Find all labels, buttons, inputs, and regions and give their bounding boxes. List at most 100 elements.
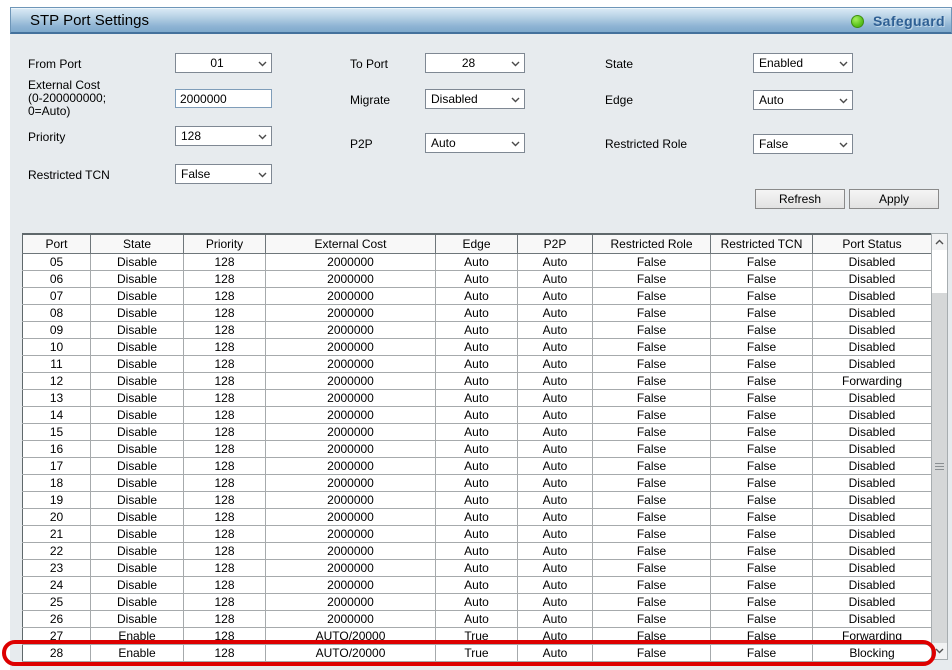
- cell-port: 16: [23, 440, 91, 457]
- table-row: 28 Enable 128 AUTO/20000 True Auto False…: [23, 644, 932, 661]
- priority-select[interactable]: 128: [175, 126, 272, 146]
- cell-p2p: Auto: [518, 287, 593, 304]
- cell-edge: Auto: [436, 559, 518, 576]
- cell-restricted-role: False: [593, 559, 711, 576]
- cell-port-status: Disabled: [813, 559, 932, 576]
- cell-edge: Auto: [436, 287, 518, 304]
- table-row: 10 Disable 128 2000000 Auto Auto False F…: [23, 338, 932, 355]
- cell-restricted-tcn: False: [711, 457, 813, 474]
- cell-edge: Auto: [436, 525, 518, 542]
- cell-state: Disable: [91, 406, 184, 423]
- cell-port: 08: [23, 304, 91, 321]
- cell-port-status: Disabled: [813, 610, 932, 627]
- state-select[interactable]: Enabled: [753, 53, 853, 73]
- cell-port-status: Disabled: [813, 423, 932, 440]
- scrollbar-down-button[interactable]: [932, 643, 947, 659]
- table-row: 16 Disable 128 2000000 Auto Auto False F…: [23, 440, 932, 457]
- scrollbar-up-button[interactable]: [932, 234, 947, 250]
- table-header-row: Port State Priority External Cost Edge P…: [23, 234, 932, 253]
- cell-port: 07: [23, 287, 91, 304]
- restricted-tcn-label: Restricted TCN: [28, 168, 110, 182]
- cell-restricted-role: False: [593, 270, 711, 287]
- table-scrollbar[interactable]: [931, 233, 948, 660]
- scrollbar-thumb[interactable]: [932, 293, 947, 644]
- cell-port-status: Disabled: [813, 304, 932, 321]
- cell-port: 23: [23, 559, 91, 576]
- cell-restricted-tcn: False: [711, 321, 813, 338]
- restricted-role-select[interactable]: False: [753, 134, 853, 154]
- cell-port: 15: [23, 423, 91, 440]
- cell-priority: 128: [184, 627, 266, 644]
- col-port-status: Port Status: [813, 234, 932, 253]
- edge-select[interactable]: Auto: [753, 90, 853, 110]
- cell-priority: 128: [184, 372, 266, 389]
- table-row: 12 Disable 128 2000000 Auto Auto False F…: [23, 372, 932, 389]
- cell-state: Disable: [91, 440, 184, 457]
- cell-external-cost: 2000000: [266, 287, 436, 304]
- cell-p2p: Auto: [518, 321, 593, 338]
- restricted-tcn-select[interactable]: False: [175, 164, 272, 184]
- cell-external-cost: 2000000: [266, 457, 436, 474]
- cell-port: 14: [23, 406, 91, 423]
- cell-external-cost: 2000000: [266, 389, 436, 406]
- col-state: State: [91, 234, 184, 253]
- cell-port: 13: [23, 389, 91, 406]
- from-port-select[interactable]: 01: [175, 53, 272, 73]
- safeguard-logo-label: Safeguard: [873, 13, 945, 29]
- cell-p2p: Auto: [518, 627, 593, 644]
- cell-port-status: Disabled: [813, 474, 932, 491]
- cell-p2p: Auto: [518, 253, 593, 270]
- cell-state: Disable: [91, 610, 184, 627]
- refresh-button[interactable]: Refresh: [755, 189, 845, 209]
- cell-priority: 128: [184, 270, 266, 287]
- cell-restricted-tcn: False: [711, 304, 813, 321]
- cell-priority: 128: [184, 423, 266, 440]
- migrate-select[interactable]: Disabled: [425, 89, 525, 109]
- chevron-down-icon: [258, 61, 267, 67]
- cell-p2p: Auto: [518, 508, 593, 525]
- cell-state: Disable: [91, 423, 184, 440]
- p2p-value: Auto: [431, 136, 506, 151]
- cell-priority: 128: [184, 474, 266, 491]
- apply-button[interactable]: Apply: [849, 189, 939, 209]
- cell-restricted-role: False: [593, 474, 711, 491]
- cell-restricted-tcn: False: [711, 474, 813, 491]
- cell-port-status: Disabled: [813, 253, 932, 270]
- cell-port-status: Disabled: [813, 525, 932, 542]
- chevron-down-icon: [511, 141, 520, 147]
- cell-p2p: Auto: [518, 610, 593, 627]
- external-cost-input[interactable]: [175, 89, 272, 108]
- cell-restricted-role: False: [593, 321, 711, 338]
- cell-restricted-tcn: False: [711, 644, 813, 661]
- table-row: 13 Disable 128 2000000 Auto Auto False F…: [23, 389, 932, 406]
- cell-port: 25: [23, 593, 91, 610]
- cell-port: 05: [23, 253, 91, 270]
- table-row: 14 Disable 128 2000000 Auto Auto False F…: [23, 406, 932, 423]
- cell-restricted-role: False: [593, 627, 711, 644]
- cell-p2p: Auto: [518, 440, 593, 457]
- state-label: State: [605, 57, 633, 71]
- cell-priority: 128: [184, 525, 266, 542]
- cell-port-status: Disabled: [813, 491, 932, 508]
- chevron-down-icon: [839, 142, 848, 148]
- p2p-select[interactable]: Auto: [425, 133, 525, 153]
- cell-state: Disable: [91, 355, 184, 372]
- cell-edge: Auto: [436, 372, 518, 389]
- cell-p2p: Auto: [518, 372, 593, 389]
- table-row: 06 Disable 128 2000000 Auto Auto False F…: [23, 270, 932, 287]
- cell-priority: 128: [184, 406, 266, 423]
- cell-p2p: Auto: [518, 423, 593, 440]
- priority-value: 128: [181, 129, 253, 144]
- cell-port: 24: [23, 576, 91, 593]
- cell-external-cost: 2000000: [266, 593, 436, 610]
- cell-restricted-role: False: [593, 253, 711, 270]
- cell-edge: Auto: [436, 338, 518, 355]
- cell-external-cost: 2000000: [266, 576, 436, 593]
- cell-priority: 128: [184, 355, 266, 372]
- to-port-select[interactable]: 28: [425, 53, 525, 73]
- cell-external-cost: 2000000: [266, 304, 436, 321]
- cell-restricted-tcn: False: [711, 423, 813, 440]
- cell-edge: Auto: [436, 389, 518, 406]
- external-cost-label-auto: 0=Auto): [28, 104, 70, 118]
- cell-state: Disable: [91, 287, 184, 304]
